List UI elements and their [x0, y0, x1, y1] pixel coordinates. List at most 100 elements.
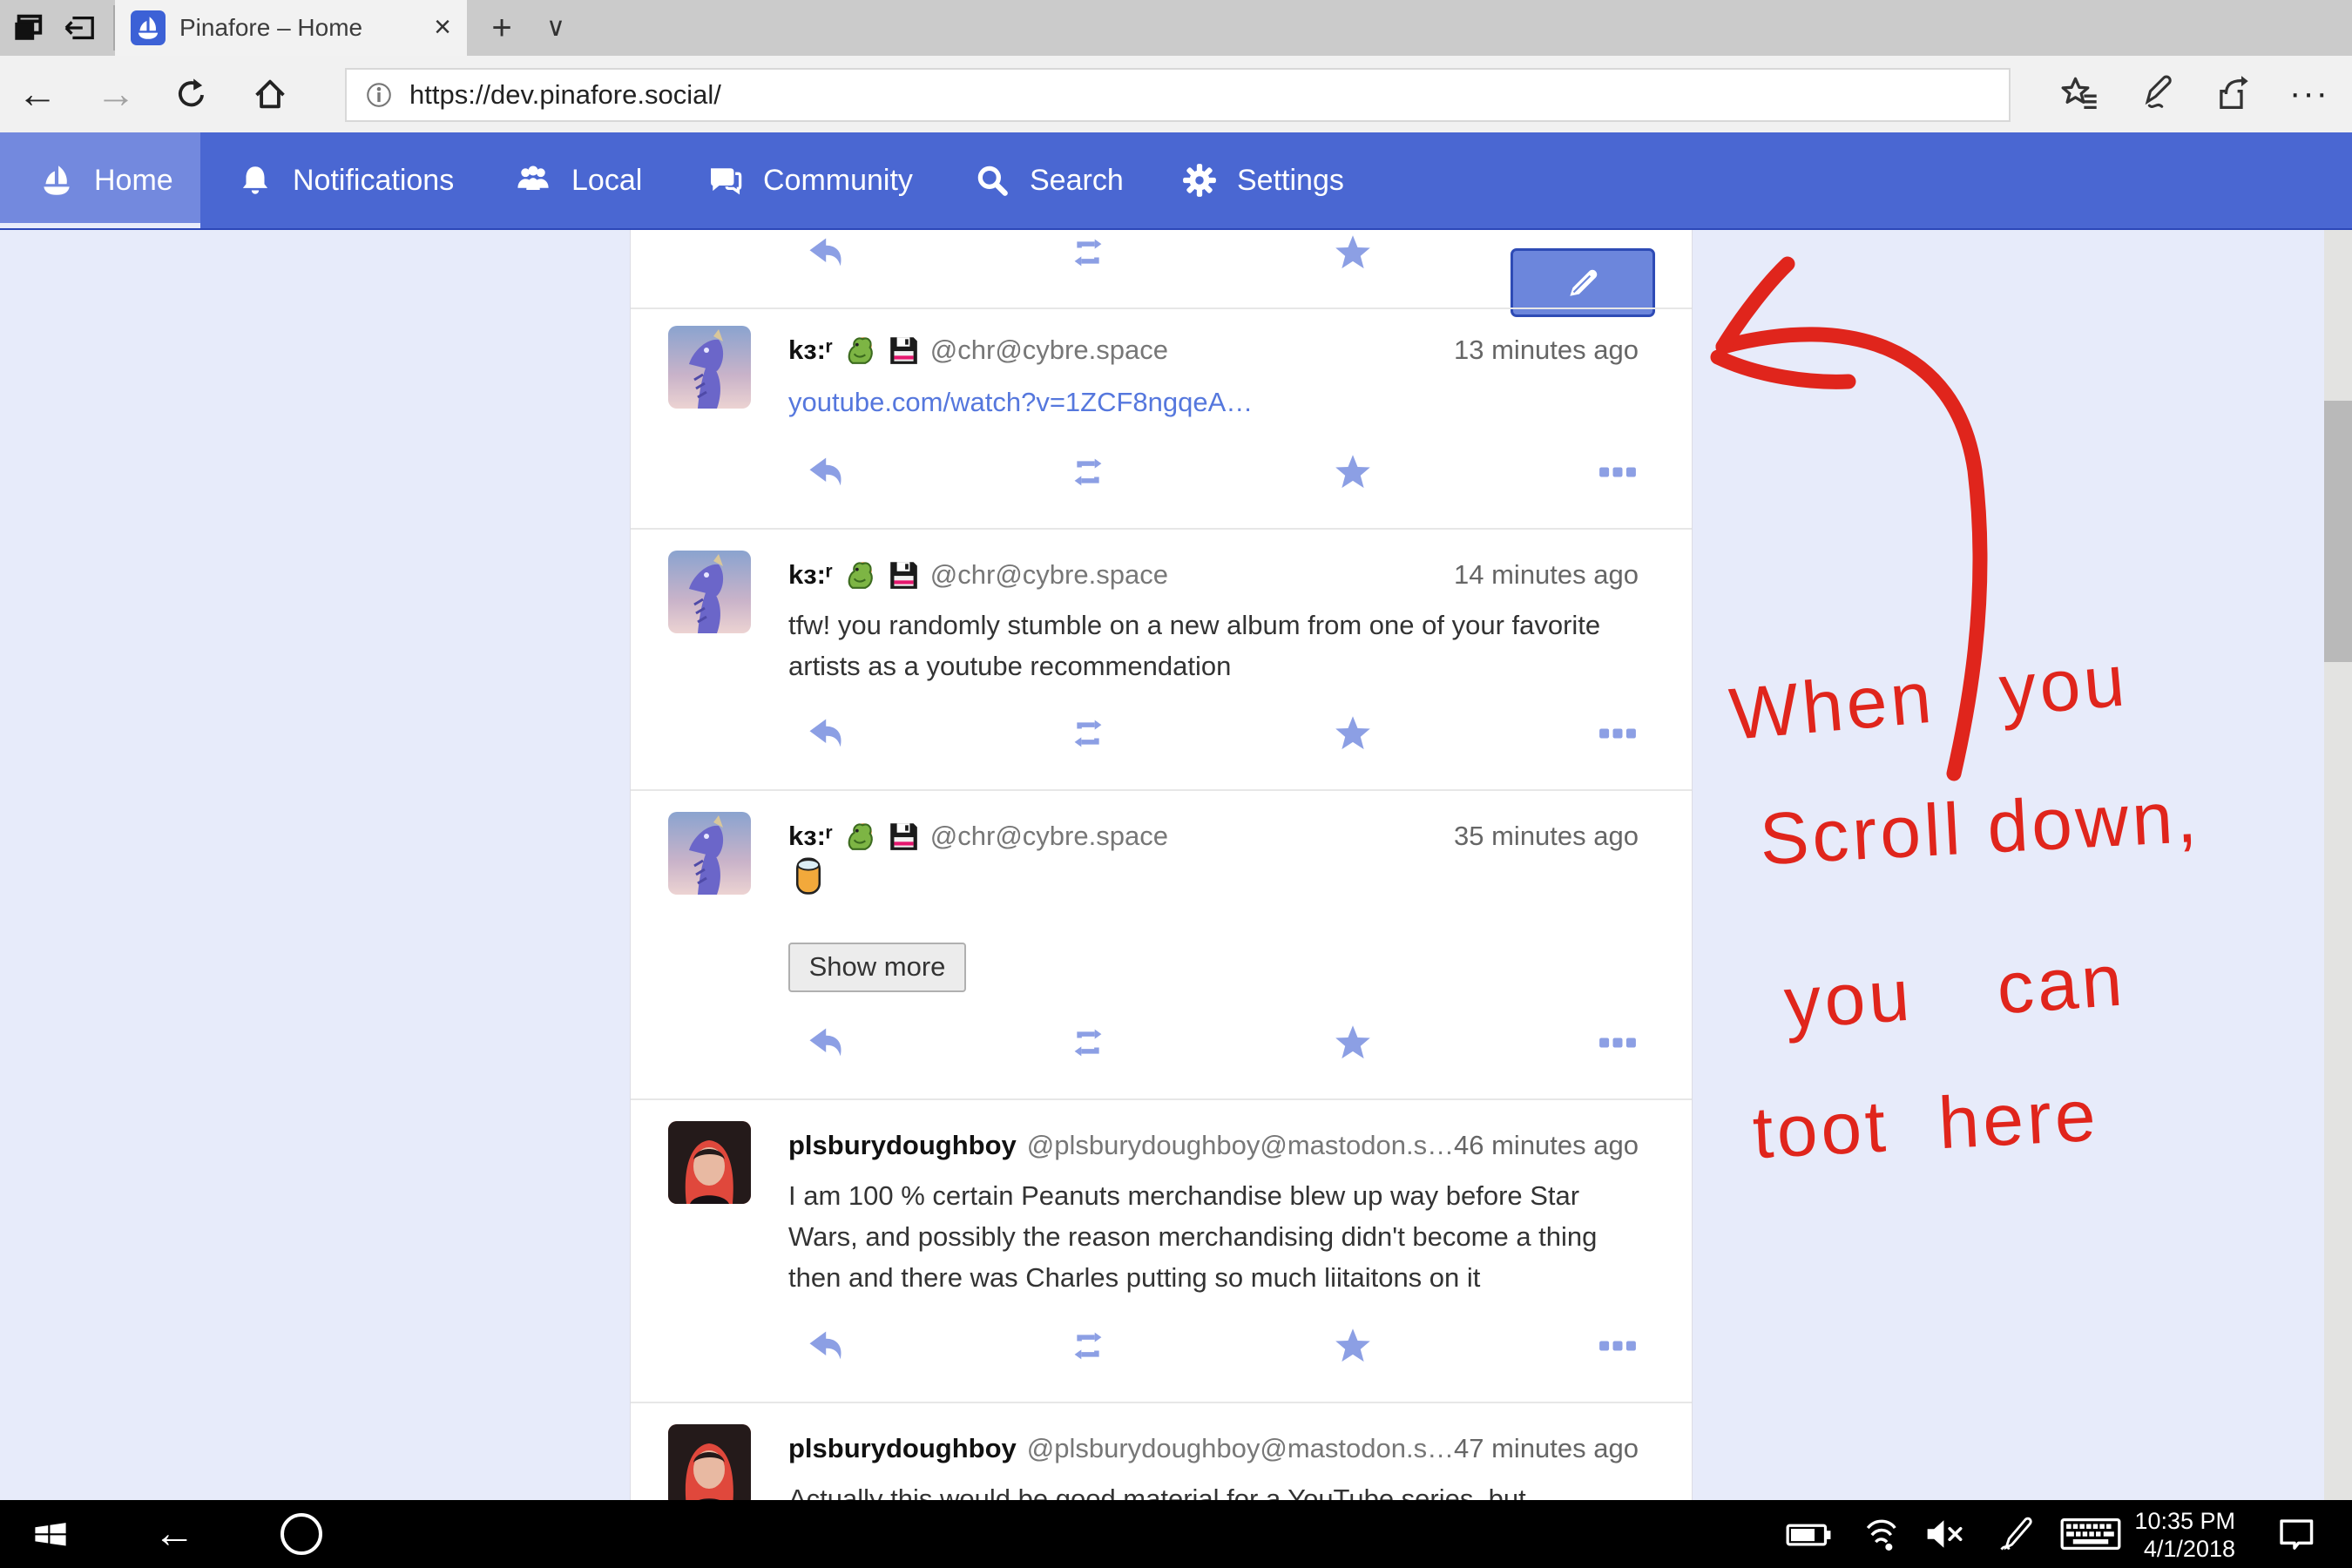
favorite-star-icon[interactable]	[1334, 233, 1372, 272]
page-content: kз:ʳ @chr@cybre.space 13 minutes ago you…	[0, 230, 2352, 1500]
avatar[interactable]	[668, 812, 751, 895]
nav-tab-home[interactable]: Home	[0, 132, 200, 228]
pen-glyph	[1997, 1515, 2035, 1553]
taskbar-clock[interactable]: 10:35 PM 4/1/2018	[2134, 1507, 2235, 1563]
nav-tab-community[interactable]: Community	[706, 132, 913, 228]
display-name[interactable]: plsburydoughboy	[788, 1130, 1017, 1161]
windows-logo-icon	[31, 1515, 70, 1553]
active-tab[interactable]: Pinafore – Home ×	[115, 0, 467, 56]
user-handle[interactable]: @plsburydoughboy@mastodon.s…	[1027, 1433, 1454, 1464]
wifi-icon[interactable]	[1857, 1500, 1903, 1568]
timestamp[interactable]: 47 minutes ago	[1454, 1429, 1639, 1468]
reply-icon[interactable]	[805, 714, 843, 753]
nav-tab-settings[interactable]: Settings	[1181, 132, 1344, 228]
post-header: plsburydoughboy @plsburydoughboy@mastodo…	[788, 1126, 1454, 1165]
nav-label: Search	[1030, 164, 1124, 198]
display-name[interactable]: kз:ʳ	[788, 821, 833, 852]
browser-tab-bar: Pinafore – Home × + ∨	[0, 0, 2352, 56]
post-divider	[631, 528, 1692, 530]
favorites-hub-icon[interactable]	[2061, 75, 2099, 113]
volume-muted-icon[interactable]	[1922, 1500, 1970, 1568]
post-text: Actually this would be good material for…	[788, 1478, 1651, 1500]
wifi-glyph	[1860, 1514, 1900, 1554]
touch-keyboard-icon[interactable]	[2058, 1500, 2124, 1568]
action-center-icon[interactable]	[2270, 1500, 2319, 1568]
more-menu-icon[interactable]: ···	[2279, 56, 2340, 131]
post-header: plsburydoughboy @plsburydoughboy@mastodo…	[788, 1429, 1454, 1468]
web-note-icon[interactable]	[2136, 75, 2174, 113]
user-handle[interactable]: @chr@cybre.space	[930, 335, 1168, 366]
tab-list-chevron-icon[interactable]: ∨	[530, 0, 582, 56]
dragon-avatar	[668, 551, 751, 633]
site-info-icon[interactable]	[364, 80, 394, 110]
timeline: kз:ʳ @chr@cybre.space 13 minutes ago you…	[630, 230, 1693, 1500]
user-handle[interactable]: @chr@cybre.space	[930, 821, 1168, 852]
boost-icon[interactable]	[1069, 453, 1107, 491]
more-options-icon[interactable]	[1598, 1024, 1637, 1062]
floppy-disk-emoji	[887, 820, 920, 853]
boost-icon[interactable]	[1069, 714, 1107, 753]
timestamp[interactable]: 35 minutes ago	[1454, 817, 1639, 855]
boost-icon[interactable]	[1069, 1327, 1107, 1365]
display-name[interactable]: kз:ʳ	[788, 335, 833, 366]
more-options-icon[interactable]	[1598, 453, 1637, 491]
reply-icon[interactable]	[805, 453, 843, 491]
favorite-star-icon[interactable]	[1334, 453, 1372, 491]
reply-icon[interactable]	[805, 233, 843, 272]
favorite-star-icon[interactable]	[1334, 1327, 1372, 1365]
url-text[interactable]: https://dev.pinafore.social/	[409, 79, 721, 111]
taskbar-back-button[interactable]: ←	[150, 1500, 199, 1568]
user-handle[interactable]: @plsburydoughboy@mastodon.s…	[1027, 1130, 1454, 1161]
avatar[interactable]	[668, 1121, 751, 1204]
scrollbar-thumb[interactable]	[2324, 401, 2352, 662]
address-bar[interactable]: https://dev.pinafore.social/	[345, 68, 2011, 122]
windows-ink-icon[interactable]	[1993, 1500, 2038, 1568]
more-options-icon[interactable]	[1598, 1327, 1637, 1365]
timestamp[interactable]: 13 minutes ago	[1454, 331, 1639, 369]
scrollbar-track[interactable]	[2324, 230, 2352, 1500]
nav-tab-notifications[interactable]: Notifications	[237, 132, 454, 228]
timestamp[interactable]: 46 minutes ago	[1454, 1126, 1639, 1165]
search-icon	[974, 162, 1010, 199]
clock-date: 4/1/2018	[2134, 1535, 2235, 1563]
show-more-button[interactable]: Show more	[788, 943, 966, 992]
back-button[interactable]: ←	[7, 56, 68, 131]
cortana-button[interactable]	[277, 1500, 326, 1568]
avatar[interactable]	[668, 326, 751, 409]
battery-icon[interactable]	[1784, 1500, 1833, 1568]
tab-close-icon[interactable]: ×	[434, 0, 451, 54]
user-handle[interactable]: @chr@cybre.space	[930, 559, 1168, 591]
avatar[interactable]	[668, 1424, 751, 1500]
post-link[interactable]: youtube.com/watch?v=1ZCF8ngqeA…	[788, 383, 1253, 422]
favorite-star-icon[interactable]	[1334, 714, 1372, 753]
reply-icon[interactable]	[805, 1327, 843, 1365]
display-name[interactable]: kз:ʳ	[788, 559, 833, 591]
new-tab-button[interactable]: +	[476, 0, 528, 56]
share-icon[interactable]	[2213, 75, 2251, 113]
browser-toolbar: ← → https://dev.pinafore.social/ ···	[0, 56, 2352, 132]
display-name[interactable]: plsburydoughboy	[788, 1433, 1017, 1464]
boost-icon[interactable]	[1069, 233, 1107, 272]
nav-label: Notifications	[293, 164, 454, 198]
dragon-avatar	[668, 326, 751, 409]
more-options-icon[interactable]	[1598, 714, 1637, 753]
favorite-star-icon[interactable]	[1334, 1024, 1372, 1062]
set-tabs-aside-icon[interactable]	[63, 11, 96, 44]
refresh-icon[interactable]	[172, 75, 211, 113]
tab-preview-icon[interactable]	[12, 11, 45, 44]
post-text: tfw! you randomly stumble on a new album…	[788, 605, 1651, 686]
timestamp[interactable]: 14 minutes ago	[1454, 556, 1639, 594]
home-icon[interactable]	[251, 75, 289, 113]
battery-glyph	[1786, 1515, 1831, 1553]
avatar[interactable]	[668, 551, 751, 633]
post-divider	[631, 789, 1692, 791]
clock-time: 10:35 PM	[2134, 1507, 2235, 1535]
reply-icon[interactable]	[805, 1024, 843, 1062]
forward-button[interactable]: →	[85, 56, 146, 131]
boost-icon[interactable]	[1069, 1024, 1107, 1062]
floppy-disk-emoji	[887, 558, 920, 591]
windows-start-button[interactable]	[30, 1500, 71, 1568]
nav-tab-local[interactable]: Local	[514, 132, 642, 228]
chat-bubbles-icon	[706, 161, 744, 199]
nav-tab-search[interactable]: Search	[974, 132, 1124, 228]
